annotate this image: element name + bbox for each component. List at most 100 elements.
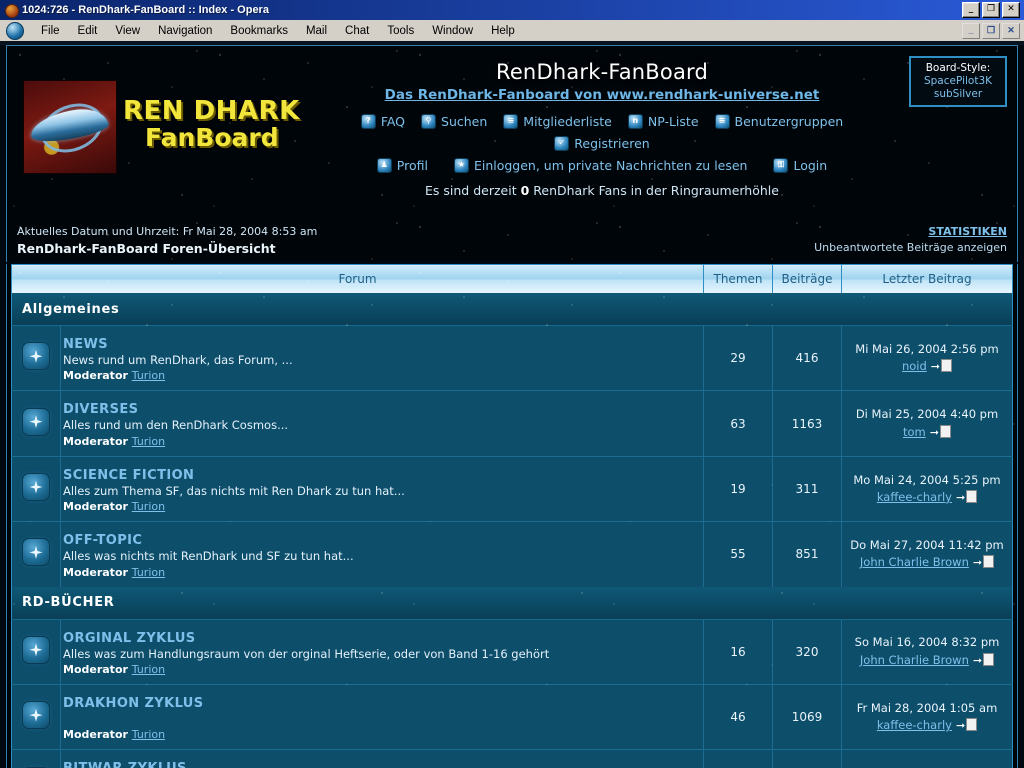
forum-icon-cell <box>11 618 61 685</box>
forum-info-cell: OFF-TOPIC Alles was nichts mit RenDhark … <box>60 521 704 587</box>
nav-link-benutzergruppen[interactable]: ≡ Benutzergruppen <box>714 114 844 129</box>
forum-moderator-line: Moderator Turion <box>63 369 695 382</box>
last-post-author[interactable]: kaffee-charly <box>877 718 952 732</box>
table-row[interactable]: DIVERSES Alles rund um den RenDhark Cosm… <box>11 390 1013 457</box>
column-header-forum[interactable]: Forum <box>11 264 704 294</box>
nav-link-login[interactable]: ⚿ Login <box>773 158 827 173</box>
last-post-date: Mo Mai 24, 2004 5:25 pm <box>853 472 1001 487</box>
forum-star-icon <box>22 342 50 371</box>
forum-link[interactable]: OFF-TOPIC <box>63 533 142 548</box>
forum-icon-cell <box>11 749 61 768</box>
site-logo-image[interactable] <box>23 80 117 174</box>
table-row[interactable]: ORGINAL ZYKLUS Alles was zum Handlungsra… <box>11 618 1013 685</box>
nav-link-private-messages[interactable]: ★ Einloggen, um private Nachrichten zu l… <box>453 158 748 173</box>
last-post-author[interactable]: John Charlie Brown <box>860 653 969 667</box>
forum-table-wrap: Forum Themen Beiträge Letzter Beitrag Al… <box>6 264 1018 768</box>
restore-button[interactable]: ❐ <box>982 2 1000 18</box>
moderator-link[interactable]: Turion <box>132 566 165 579</box>
nav-link-registrieren[interactable]: ✓ Registrieren <box>554 136 650 151</box>
column-header-letzter-beitrag[interactable]: Letzter Beitrag <box>841 264 1013 294</box>
document-restore-button[interactable]: ❐ <box>982 22 1000 39</box>
table-row[interactable]: SCIENCE FICTION Alles zum Thema SF, das … <box>11 455 1013 522</box>
forum-description: Alles rund um den RenDhark Cosmos... <box>63 418 289 433</box>
forum-star-icon <box>22 538 50 567</box>
nav-link-np-liste[interactable]: n NP-Liste <box>627 114 699 129</box>
meta-left: Aktuelles Datum und Uhrzeit: Fr Mai 28, … <box>17 224 317 258</box>
menu-item-view[interactable]: View <box>106 23 149 39</box>
forum-link[interactable]: BITWAR ZYKLUS <box>63 761 187 768</box>
nav-link-profil[interactable]: ♟ Profil <box>376 158 428 173</box>
table-row[interactable]: DRAKHON ZYKLUS Moderator Turion 46 1069 … <box>11 683 1013 750</box>
forum-icon-cell <box>11 683 61 750</box>
board-style-box: Board-Style: SpacePilot3K subSilver <box>909 56 1007 108</box>
menu-item-window[interactable]: Window <box>423 23 482 39</box>
last-post-author[interactable]: noid <box>902 359 927 373</box>
moderator-link[interactable]: Turion <box>132 663 165 676</box>
minimize-button[interactable]: _ <box>962 2 980 18</box>
category-title[interactable]: Allgemeines <box>11 293 1013 327</box>
last-post-cell: Fr Mai 28, 2004 1:05 am kaffee-charly ➞ <box>841 683 1013 750</box>
last-post-author[interactable]: tom <box>903 425 926 439</box>
goto-last-post-icon[interactable]: ➞ <box>973 652 995 670</box>
goto-last-post-icon[interactable]: ➞ <box>956 717 978 735</box>
list-icon: ≡ <box>714 114 730 129</box>
nav-link-faq[interactable]: ? FAQ <box>360 114 405 129</box>
nav-link-private-messages-label: Einloggen, um private Nachrichten zu les… <box>473 158 748 173</box>
moderator-link[interactable]: Turion <box>132 435 165 448</box>
table-row[interactable]: OFF-TOPIC Alles was nichts mit RenDhark … <box>11 521 1013 587</box>
menu-item-edit[interactable]: Edit <box>69 23 107 39</box>
forum-link[interactable]: NEWS <box>63 337 108 352</box>
nav-link-suchen[interactable]: ⚲ Suchen <box>421 114 487 129</box>
forum-info-cell: SCIENCE FICTION Alles zum Thema SF, das … <box>60 455 704 522</box>
posts-count: 1163 <box>772 390 842 457</box>
moderator-link[interactable]: Turion <box>132 500 165 513</box>
moderator-link[interactable]: Turion <box>132 728 165 741</box>
forum-icon-cell <box>11 325 61 391</box>
opera-globe-icon <box>3 2 19 18</box>
forum-description: News rund um RenDhark, das Forum, ... <box>63 353 293 368</box>
menu-item-help[interactable]: Help <box>482 23 524 39</box>
topics-count: 16 <box>703 618 773 685</box>
category-row: Allgemeines <box>11 293 1013 327</box>
moderator-link[interactable]: Turion <box>132 369 165 382</box>
forum-link[interactable]: DRAKHON ZYKLUS <box>63 696 204 711</box>
menu-item-tools[interactable]: Tools <box>378 23 423 39</box>
menu-item-bookmarks[interactable]: Bookmarks <box>221 23 297 39</box>
goto-last-post-icon[interactable]: ➞ <box>956 489 978 507</box>
site-subtitle-link[interactable]: Das RenDhark-Fanboard von www.rendhark-u… <box>385 87 820 103</box>
page-viewport[interactable]: REN DHARK FanBoard Board-Style: SpacePil… <box>0 41 1024 768</box>
table-row[interactable]: BITWAR ZYKLUS Im AUGUST bricht Ren Dhark… <box>11 749 1013 768</box>
statistics-link[interactable]: STATISTIKEN <box>928 225 1007 238</box>
logo-line-2: FanBoard <box>145 123 279 153</box>
last-post-author[interactable]: John Charlie Brown <box>860 555 969 569</box>
category-title[interactable]: RD-BÜCHER <box>11 586 1013 620</box>
nav-link-mitgliederliste[interactable]: ≡ Mitgliederliste <box>503 114 612 129</box>
table-row[interactable]: NEWS News rund um RenDhark, das Forum, .… <box>11 325 1013 391</box>
close-button[interactable]: ✕ <box>1002 2 1020 18</box>
window-controls: _ ❐ ✕ <box>962 2 1022 18</box>
forum-link[interactable]: SCIENCE FICTION <box>63 468 194 483</box>
last-post-author[interactable]: kaffee-charly <box>877 490 952 504</box>
goto-last-post-icon[interactable]: ➞ <box>930 424 951 442</box>
forum-link[interactable]: ORGINAL ZYKLUS <box>63 631 196 646</box>
column-header-themen[interactable]: Themen <box>703 264 773 294</box>
document-close-button[interactable]: ✕ <box>1002 22 1020 39</box>
menu-item-chat[interactable]: Chat <box>336 23 378 39</box>
posts-count: 416 <box>772 325 842 391</box>
last-post-date: Di Mai 25, 2004 4:40 pm <box>855 407 999 422</box>
goto-last-post-icon[interactable]: ➞ <box>931 358 953 376</box>
document-minimize-button[interactable]: _ <box>962 22 980 39</box>
menu-item-mail[interactable]: Mail <box>297 23 336 39</box>
last-post-date: Fr Mai 28, 2004 1:05 am <box>856 700 998 715</box>
nav-link-benutzergruppen-label: Benutzergruppen <box>734 114 844 129</box>
logo-line-1: REN DHARK <box>123 96 300 126</box>
forum-link[interactable]: DIVERSES <box>63 402 138 417</box>
star-icon: ★ <box>453 158 469 173</box>
column-header-beitraege[interactable]: Beiträge <box>772 264 842 294</box>
unanswered-posts-link[interactable]: Unbeantwortete Beiträge anzeigen <box>814 241 1007 254</box>
menu-item-navigation[interactable]: Navigation <box>149 23 221 39</box>
menu-item-file[interactable]: File <box>32 23 69 39</box>
opera-menu-globe-icon[interactable] <box>6 21 24 40</box>
opera-browser-window: 1024:726 - RenDhark-FanBoard :: Index - … <box>0 0 1024 768</box>
goto-last-post-icon[interactable]: ➞ <box>973 554 995 572</box>
